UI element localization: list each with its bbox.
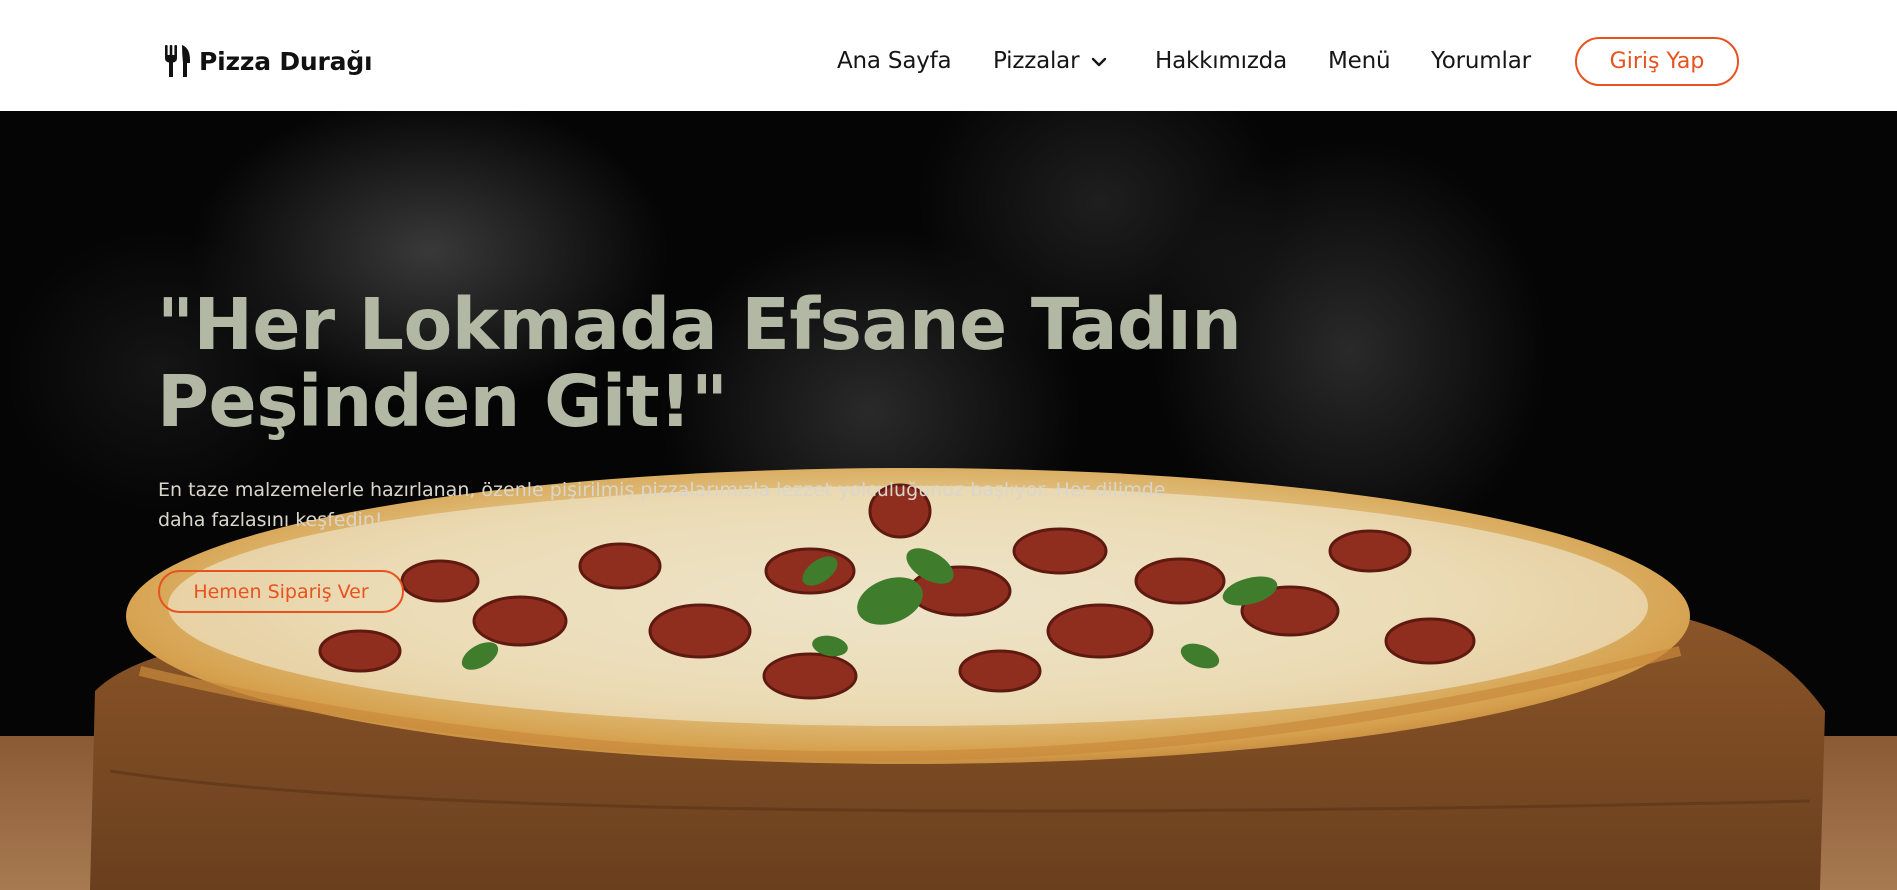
hero-section: "Her Lokmada Efsane Tadın Peşinden Git!"… [0,111,1897,890]
order-now-button[interactable]: Hemen Sipariş Ver [158,570,404,613]
nav-pizzas-dropdown[interactable]: Pizzalar [993,46,1107,76]
nav-about[interactable]: Hakkımızda [1155,46,1287,76]
hero-description: En taze malzemelerle hazırlanan, özenle … [158,479,1166,531]
nav-reviews[interactable]: Yorumlar [1431,46,1531,76]
nav-menu[interactable]: Menü [1328,46,1391,76]
nav-home[interactable]: Ana Sayfa [837,46,952,76]
fork-knife-icon [165,45,190,77]
nav-pizzas-label: Pizzalar [993,48,1080,74]
site-header: Pizza Durağı Ana Sayfa Pizzalar Hakkımız… [0,0,1897,111]
brand-logo-link[interactable]: Pizza Durağı [163,44,373,78]
brand-name: Pizza Durağı [199,46,373,76]
login-button[interactable]: Giriş Yap [1575,37,1739,86]
chevron-down-icon [1092,57,1107,67]
hero-title: "Her Lokmada Efsane Tadın Peşinden Git!" [157,283,1242,443]
